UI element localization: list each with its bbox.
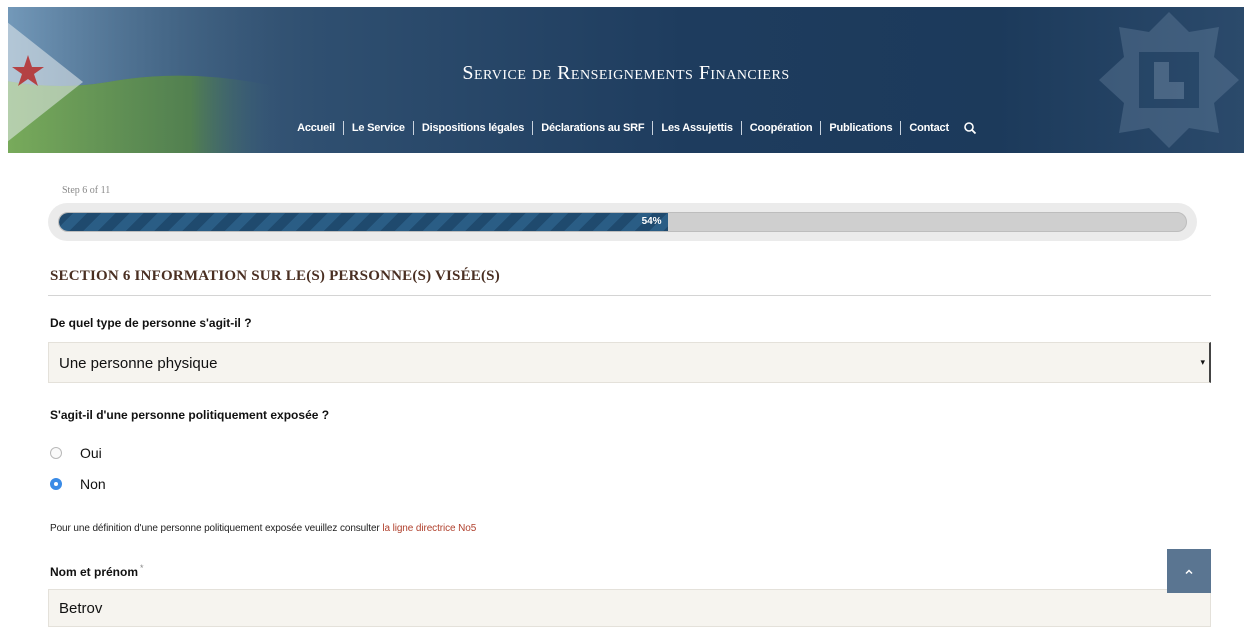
person-type-select[interactable]: Une personne physique ▾ [48,342,1211,383]
nav-item-cooperation[interactable]: Coopération [742,121,822,135]
radio-oui-label[interactable]: Oui [80,445,102,461]
nav-item-dispositions-legales[interactable]: Dispositions légales [414,121,534,135]
back-to-top-button[interactable] [1167,549,1211,593]
site-header: Service de Renseignements Financiers Acc… [8,7,1244,153]
nav-item-assujettis[interactable]: Les Assujettis [653,121,742,135]
pep-label: S'agit-il d'une personne politiquement e… [50,408,330,422]
progress-fill: 54% [59,213,668,231]
name-input-value: Betrov [59,600,103,617]
guideline-link[interactable]: la ligne directrice No5 [382,523,476,534]
radio-oui[interactable] [50,447,62,459]
person-type-label: De quel type de personne s'agit-il ? [50,316,252,330]
chevron-down-icon: ▾ [1200,357,1205,367]
nav-item-contact[interactable]: Contact [901,121,957,135]
nav-item-declarations[interactable]: Déclarations au SRF [533,121,654,135]
pep-help-text: Pour une définition d'une personne polit… [50,523,476,534]
person-type-selected: Une personne physique [59,355,218,372]
site-title: Service de Renseignements Financiers [462,62,790,84]
pep-option-non[interactable]: Non [50,476,106,492]
radio-non[interactable] [50,478,62,490]
name-label: Nom et prénom * [50,563,144,579]
progress-bar: 54% [48,203,1197,241]
section-divider [48,295,1211,296]
chevron-up-icon [1185,568,1193,574]
section-title: SECTION 6 INFORMATION SUR LE(S) PERSONNE… [50,268,500,284]
progress-track: 54% [58,212,1187,232]
pep-help-sentence: Pour une définition d'une personne polit… [50,523,383,534]
nav-item-le-service[interactable]: Le Service [344,121,414,135]
pep-option-oui[interactable]: Oui [50,445,102,461]
step-indicator: Step 6 of 11 [62,185,111,196]
name-input[interactable]: Betrov [48,589,1211,627]
search-icon[interactable] [963,121,977,135]
nav-item-publications[interactable]: Publications [821,121,902,135]
required-marker: * [140,563,144,573]
main-nav: Accueil Le Service Dispositions légales … [8,121,1244,135]
name-label-text: Nom et prénom [50,565,139,579]
progress-percent: 54% [641,216,662,227]
nav-item-accueil[interactable]: Accueil [289,121,344,135]
radio-non-label[interactable]: Non [80,476,106,492]
